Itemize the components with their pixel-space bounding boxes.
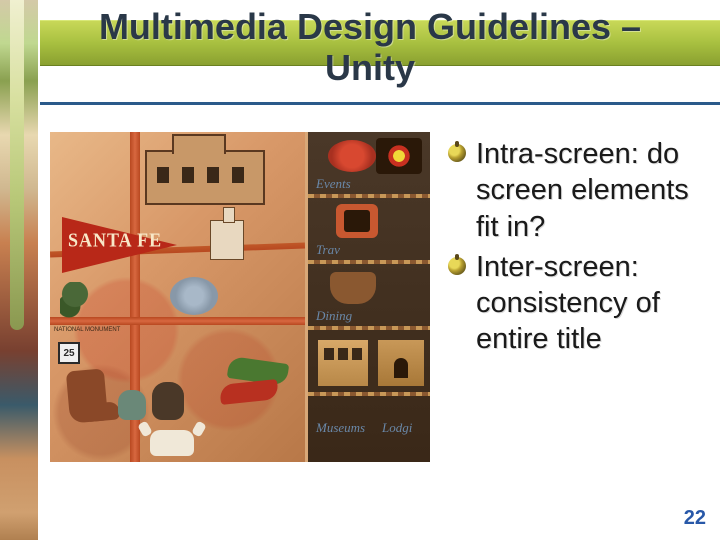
content-area: SANTA FE NATIONAL MONUMENT 25 Events Tra…	[50, 132, 710, 482]
cowboy-boot-icon	[66, 368, 108, 423]
nav-separator	[308, 260, 430, 264]
slide-title-wrap: Multimedia Design Guidelines – Unity	[50, 6, 690, 89]
monument-label: NATIONAL MONUMENT	[54, 327, 120, 333]
lodging-icon	[378, 340, 424, 386]
bullet-text: Inter-screen: consistency of entire titl…	[476, 249, 710, 358]
bullet-list: Intra-screen: do screen elements fit in?…	[448, 132, 710, 482]
pennant-label: SANTA FE	[68, 229, 162, 252]
decorative-left-strip	[0, 0, 38, 540]
nav-separator	[308, 194, 430, 198]
church-icon	[210, 220, 244, 260]
bullet-text: Intra-screen: do screen elements fit in?	[476, 136, 710, 245]
cow-skull-icon	[150, 430, 194, 456]
slide-title: Multimedia Design Guidelines – Unity	[50, 6, 690, 89]
trees-icon	[60, 282, 90, 322]
bullet-olive-icon	[448, 257, 466, 275]
bullet-item: Intra-screen: do screen elements fit in?	[448, 136, 710, 245]
bullet-item: Inter-screen: consistency of entire titl…	[448, 249, 710, 358]
nav-museums-label: Museums	[316, 420, 365, 436]
santa-fe-logo-icon	[376, 138, 422, 174]
red-chile-icon	[219, 379, 279, 405]
fountain-icon	[170, 277, 218, 315]
nav-lodging-label: Lodgi	[382, 420, 412, 436]
nav-panel: Events Trav Dining Museums Lodgi	[308, 132, 430, 462]
travel-icon	[336, 204, 378, 238]
museums-icon	[318, 340, 368, 386]
nav-travel-label: Trav	[316, 242, 340, 258]
example-illustration: SANTA FE NATIONAL MONUMENT 25 Events Tra…	[50, 132, 430, 462]
title-underline	[40, 102, 720, 105]
page-number: 22	[684, 507, 706, 530]
route-sign-icon: 25	[58, 342, 80, 364]
nav-separator	[308, 392, 430, 396]
nav-events-label: Events	[316, 176, 351, 192]
dining-icon	[330, 272, 376, 304]
nav-dining-label: Dining	[316, 308, 352, 324]
map-panel: SANTA FE NATIONAL MONUMENT 25	[50, 132, 305, 462]
nav-separator	[308, 326, 430, 330]
pottery-icon	[118, 382, 188, 422]
adobe-building-icon	[145, 150, 265, 205]
bullet-olive-icon	[448, 144, 466, 162]
events-icon	[328, 140, 376, 172]
